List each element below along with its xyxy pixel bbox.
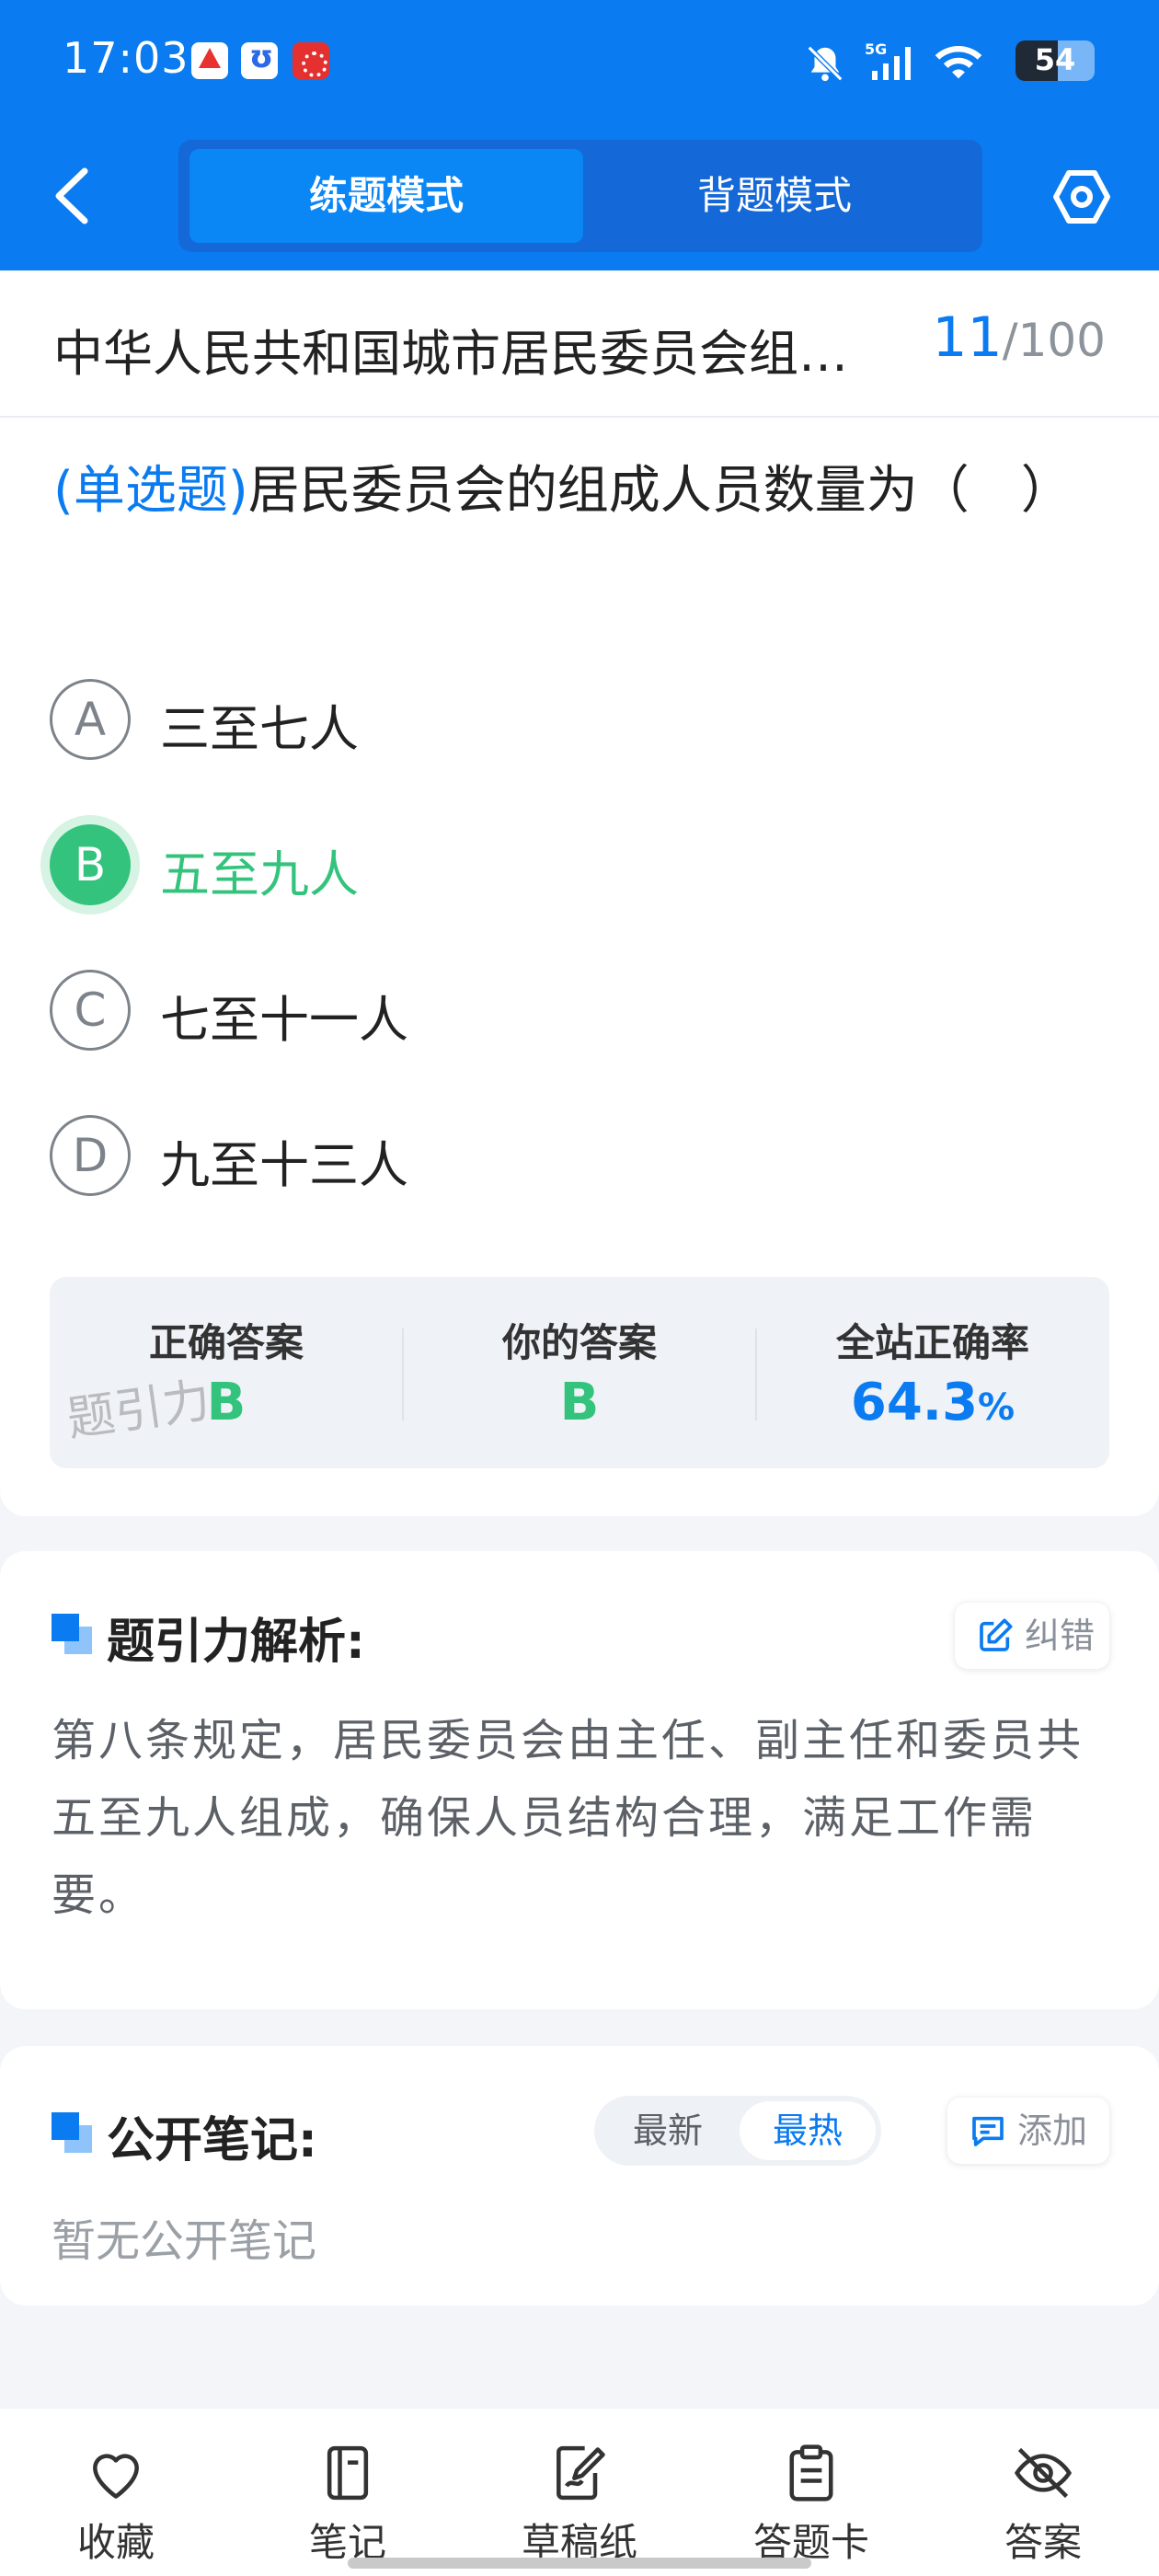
- your-answer-stat: 你的答案 B: [403, 1277, 756, 1468]
- report-error-label: 纠错: [1025, 1616, 1096, 1656]
- no-notes-text: 暂无公开笔记: [52, 2215, 317, 2267]
- comment-icon: [972, 2116, 1004, 2146]
- option-letter: B: [50, 824, 131, 905]
- signal-5g-icon: 5G: [865, 40, 911, 80]
- notebook-icon: [327, 2445, 369, 2501]
- correct-answer-label: 正确答案: [148, 1320, 304, 1365]
- app-blue-icon: [241, 39, 278, 79]
- bell-off-icon: [807, 45, 843, 82]
- edit-icon: [980, 1618, 1013, 1651]
- chapter-title[interactable]: 中华人民共和国城市居民委员会组…: [53, 313, 881, 385]
- option-a[interactable]: A 三至七人: [50, 672, 1107, 764]
- eye-off-icon: [1015, 2447, 1072, 2499]
- your-answer-label: 你的答案: [501, 1320, 657, 1365]
- total-questions: 100: [1017, 314, 1106, 367]
- counter-separator: /: [1002, 314, 1018, 367]
- sort-hottest[interactable]: 最热: [740, 2101, 876, 2160]
- nav-label: 收藏: [76, 2520, 155, 2565]
- battery-level: 54: [1034, 42, 1076, 77]
- add-note-label: 添加: [1017, 2110, 1088, 2151]
- notes-sort-toggle: 最新 最热: [594, 2096, 881, 2166]
- report-error-button[interactable]: 纠错: [955, 1603, 1109, 1669]
- accuracy-rate-unit: %: [978, 1386, 1016, 1429]
- sort-newest[interactable]: 最新: [600, 2101, 736, 2160]
- status-bar: 17:03 5G: [0, 0, 1159, 125]
- mode-switch: 练题模式 背题模式: [178, 140, 982, 252]
- status-time: 17:03: [63, 33, 189, 83]
- option-b[interactable]: B 五至九人: [50, 817, 1107, 909]
- your-answer-value: B: [559, 1373, 600, 1432]
- analysis-card: 题引力解析: 纠错 第八条规定，居民委员会由主任、副主任和委员共五至九人组成，确…: [0, 1551, 1159, 2009]
- public-notes-card: 公开笔记: 最新 最热 添加 暂无公开笔记: [0, 2046, 1159, 2306]
- tab-practice-mode[interactable]: 练题模式: [189, 149, 583, 243]
- answer-stats: 正确答案 B 题引力 你的答案 B 全站正确率 64.3%: [50, 1277, 1109, 1468]
- question-counter[interactable]: 11/100: [932, 305, 1106, 370]
- tab-memorize-mode[interactable]: 背题模式: [578, 149, 971, 243]
- clipboard-icon: [789, 2444, 833, 2501]
- section-icon: [52, 1614, 92, 1654]
- option-text: 三至七人: [160, 700, 359, 758]
- question-text: 居民委员会的组成人员数量为（ ）: [247, 461, 1073, 521]
- nav-favorite[interactable]: 收藏: [0, 2409, 232, 2576]
- back-arrow-icon[interactable]: [52, 166, 92, 226]
- app-red-icon: [191, 42, 228, 79]
- option-letter: C: [50, 970, 131, 1051]
- option-letter: D: [50, 1115, 131, 1196]
- chapter-title-row: 中华人民共和国城市居民委员会组… 11/100: [0, 270, 1159, 418]
- accuracy-rate-stat: 全站正确率 64.3%: [756, 1277, 1109, 1468]
- option-text: 五至九人: [160, 845, 359, 903]
- battery-icon: 54: [1016, 40, 1095, 81]
- notes-title: 公开笔记:: [107, 2113, 317, 2168]
- nav-answer-card[interactable]: 答题卡: [695, 2409, 927, 2576]
- nav-show-answer[interactable]: 答案: [927, 2409, 1159, 2576]
- accuracy-rate-value: 64.3%: [756, 1373, 1109, 1432]
- accuracy-rate-number: 64.3: [850, 1373, 979, 1432]
- add-note-button[interactable]: 添加: [947, 2098, 1109, 2164]
- home-indicator[interactable]: [348, 2558, 811, 2569]
- analysis-text: 第八条规定，居民委员会由主任、副主任和委员共五至九人组成，确保人员结构合理，满足…: [52, 1715, 1084, 1921]
- status-icons: 5G 54: [727, 35, 1095, 90]
- settings-gear-icon[interactable]: [1052, 169, 1111, 224]
- wifi-icon: [935, 46, 982, 79]
- option-text: 九至十三人: [160, 1136, 408, 1194]
- section-icon: [52, 2112, 92, 2153]
- nav-notes[interactable]: 笔记: [232, 2409, 464, 2576]
- accuracy-rate-label: 全站正确率: [835, 1320, 1029, 1365]
- top-header: 17:03 5G: [0, 0, 1159, 270]
- option-letter: A: [50, 679, 131, 760]
- option-d[interactable]: D 九至十三人: [50, 1108, 1107, 1200]
- question-stem: (单选题)居民委员会的组成人员数量为（ ）: [53, 445, 1111, 537]
- heart-icon: [93, 2454, 139, 2499]
- analysis-title: 题引力解析:: [107, 1615, 365, 1670]
- svg-text:5G: 5G: [865, 40, 887, 58]
- bottom-toolbar: 收藏 笔记 草稿纸 答题卡 答案: [0, 2409, 1159, 2576]
- question-type: (单选题): [53, 461, 248, 521]
- nav-draft[interactable]: 草稿纸: [464, 2409, 695, 2576]
- option-text: 七至十一人: [160, 991, 408, 1049]
- question-card: (单选题)居民委员会的组成人员数量为（ ） A 三至七人 B 五至九人 C 七至…: [0, 418, 1159, 1516]
- draft-icon: [557, 2445, 605, 2501]
- correct-answer-stat: 正确答案 B 题引力: [50, 1277, 403, 1468]
- option-c[interactable]: C 七至十一人: [50, 962, 1107, 1054]
- app-jigsaw-icon: [293, 42, 329, 79]
- current-question-number: 11: [932, 305, 1003, 370]
- nav-label: 答案: [1004, 2520, 1082, 2565]
